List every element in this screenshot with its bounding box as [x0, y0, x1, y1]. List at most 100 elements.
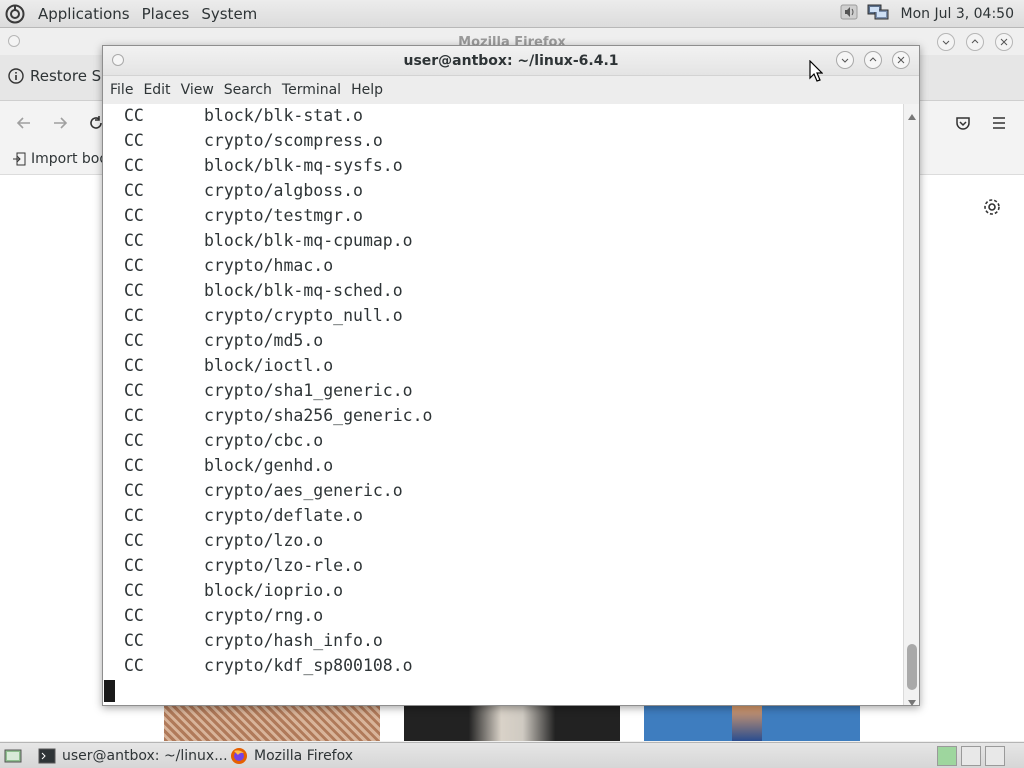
places-menu[interactable]: Places — [136, 5, 196, 23]
build-object-path: crypto/rng.o — [204, 606, 324, 625]
import-bookmarks-label: Import boo — [31, 151, 108, 167]
build-object-path: crypto/hash_info.o — [204, 631, 383, 650]
terminal-title: user@antbox: ~/linux-6.4.1 — [403, 53, 619, 69]
taskbar-terminal-label: user@antbox: ~/linux... — [62, 748, 228, 764]
taskbar-item-terminal[interactable]: user@antbox: ~/linux... — [34, 745, 232, 767]
build-step-label: CC — [124, 156, 144, 175]
build-step-label: CC — [124, 181, 144, 200]
hamburger-menu-icon[interactable] — [987, 111, 1011, 135]
build-step-label: CC — [124, 481, 144, 500]
scrollbar-thumb[interactable] — [907, 644, 917, 690]
terminal-maximize-icon[interactable] — [864, 51, 882, 69]
top-site-tile[interactable] — [164, 705, 380, 741]
build-step-label: CC — [124, 431, 144, 450]
build-step-label: CC — [124, 231, 144, 250]
build-object-path: crypto/kdf_sp800108.o — [204, 656, 413, 675]
build-object-path: crypto/hmac.o — [204, 256, 334, 275]
build-object-path: crypto/sha1_generic.o — [204, 381, 413, 400]
build-object-path: block/genhd.o — [204, 456, 334, 475]
clock[interactable]: Mon Jul 3, 04:50 — [901, 6, 1014, 22]
build-object-path: crypto/crypto_null.o — [204, 306, 403, 325]
workspace-3[interactable] — [985, 746, 1005, 766]
info-icon — [8, 68, 24, 84]
build-object-path: block/blk-mq-sysfs.o — [204, 156, 403, 175]
build-object-path: crypto/sha256_generic.o — [204, 406, 433, 425]
import-icon — [13, 152, 26, 166]
build-step-label: CC — [124, 356, 144, 375]
workspace-2[interactable] — [961, 746, 981, 766]
build-step-label: CC — [124, 606, 144, 625]
build-step-label: CC — [124, 381, 144, 400]
terminal-icon — [38, 748, 56, 764]
build-object-path: block/ioprio.o — [204, 581, 344, 600]
applications-menu[interactable]: Applications — [32, 5, 136, 23]
firefox-icon — [231, 748, 247, 764]
back-arrow-icon[interactable] — [12, 111, 36, 135]
taskbar-item-firefox[interactable]: Mozilla Firefox — [226, 745, 357, 767]
show-desktop-icon[interactable] — [4, 747, 22, 768]
build-step-label: CC — [124, 656, 144, 675]
build-step-label: CC — [124, 331, 144, 350]
taskbar-firefox-label: Mozilla Firefox — [254, 748, 354, 764]
build-object-path: crypto/lzo.o — [204, 531, 324, 550]
terminal-menubar: File Edit View Search Terminal Help — [103, 76, 919, 104]
volume-icon[interactable] — [839, 2, 859, 26]
build-object-path: crypto/deflate.o — [204, 506, 363, 525]
build-object-path: crypto/md5.o — [204, 331, 324, 350]
build-object-path: crypto/testmgr.o — [204, 206, 363, 225]
restore-session-button[interactable]: Restore Se — [8, 67, 110, 85]
scroll-up-arrow-icon[interactable] — [908, 108, 916, 124]
build-object-path: block/ioctl.o — [204, 356, 334, 375]
menu-edit[interactable]: Edit — [138, 82, 175, 98]
build-object-path: block/blk-mq-sched.o — [204, 281, 403, 300]
mouse-pointer-icon — [809, 59, 824, 86]
terminal-window: user@antbox: ~/linux-6.4.1 File Edit Vie… — [102, 45, 920, 706]
firefox-maximize-icon[interactable] — [966, 33, 984, 51]
build-step-label: CC — [124, 531, 144, 550]
menu-terminal[interactable]: Terminal — [277, 82, 346, 98]
build-object-path: block/blk-mq-cpumap.o — [204, 231, 413, 250]
build-object-path: crypto/aes_generic.o — [204, 481, 403, 500]
build-step-label: CC — [124, 131, 144, 150]
bottom-panel: user@antbox: ~/linux... Mozilla Firefox — [0, 742, 1024, 768]
forward-arrow-icon[interactable] — [48, 111, 72, 135]
network-icon[interactable] — [867, 2, 889, 26]
build-object-path: crypto/scompress.o — [204, 131, 383, 150]
menu-file[interactable]: File — [105, 82, 138, 98]
terminal-cursor — [104, 680, 115, 702]
workspace-1[interactable] — [937, 746, 957, 766]
build-step-label: CC — [124, 506, 144, 525]
system-menu[interactable]: System — [195, 5, 263, 23]
restore-session-label: Restore Se — [30, 67, 111, 85]
top-panel: Applications Places System Mon Jul 3, 04… — [0, 0, 1024, 28]
build-step-label: CC — [124, 631, 144, 650]
build-step-label: CC — [124, 581, 144, 600]
distro-logo-icon[interactable] — [4, 3, 26, 25]
build-step-label: CC — [124, 556, 144, 575]
firefox-close-icon[interactable] — [995, 33, 1013, 51]
terminal-titlebar[interactable]: user@antbox: ~/linux-6.4.1 — [103, 46, 919, 76]
build-step-label: CC — [124, 406, 144, 425]
top-site-tile[interactable] — [404, 705, 620, 741]
build-step-label: CC — [124, 106, 144, 125]
terminal-close-icon[interactable] — [892, 51, 910, 69]
tile-image-figure — [732, 705, 762, 741]
menu-search[interactable]: Search — [219, 82, 277, 98]
terminal-output[interactable]: CC block/blk-stat.o CC crypto/scompress.o CC… — [103, 104, 903, 705]
import-bookmarks-button[interactable]: Import boo — [12, 151, 108, 167]
build-step-label: CC — [124, 456, 144, 475]
scroll-down-arrow-icon[interactable] — [908, 694, 916, 710]
pocket-icon[interactable] — [951, 111, 975, 135]
terminal-minimize-icon[interactable] — [836, 51, 854, 69]
settings-gear-icon[interactable] — [982, 197, 1002, 221]
firefox-minimize-icon[interactable] — [937, 33, 955, 51]
top-site-tile[interactable] — [644, 705, 860, 741]
build-step-label: CC — [124, 206, 144, 225]
build-object-path: crypto/lzo-rle.o — [204, 556, 363, 575]
menu-help[interactable]: Help — [346, 82, 388, 98]
terminal-scrollbar[interactable] — [903, 104, 919, 706]
menu-view[interactable]: View — [176, 82, 219, 98]
system-tray: Mon Jul 3, 04:50 — [839, 0, 1014, 28]
build-object-path: crypto/cbc.o — [204, 431, 324, 450]
build-object-path: crypto/algboss.o — [204, 181, 363, 200]
